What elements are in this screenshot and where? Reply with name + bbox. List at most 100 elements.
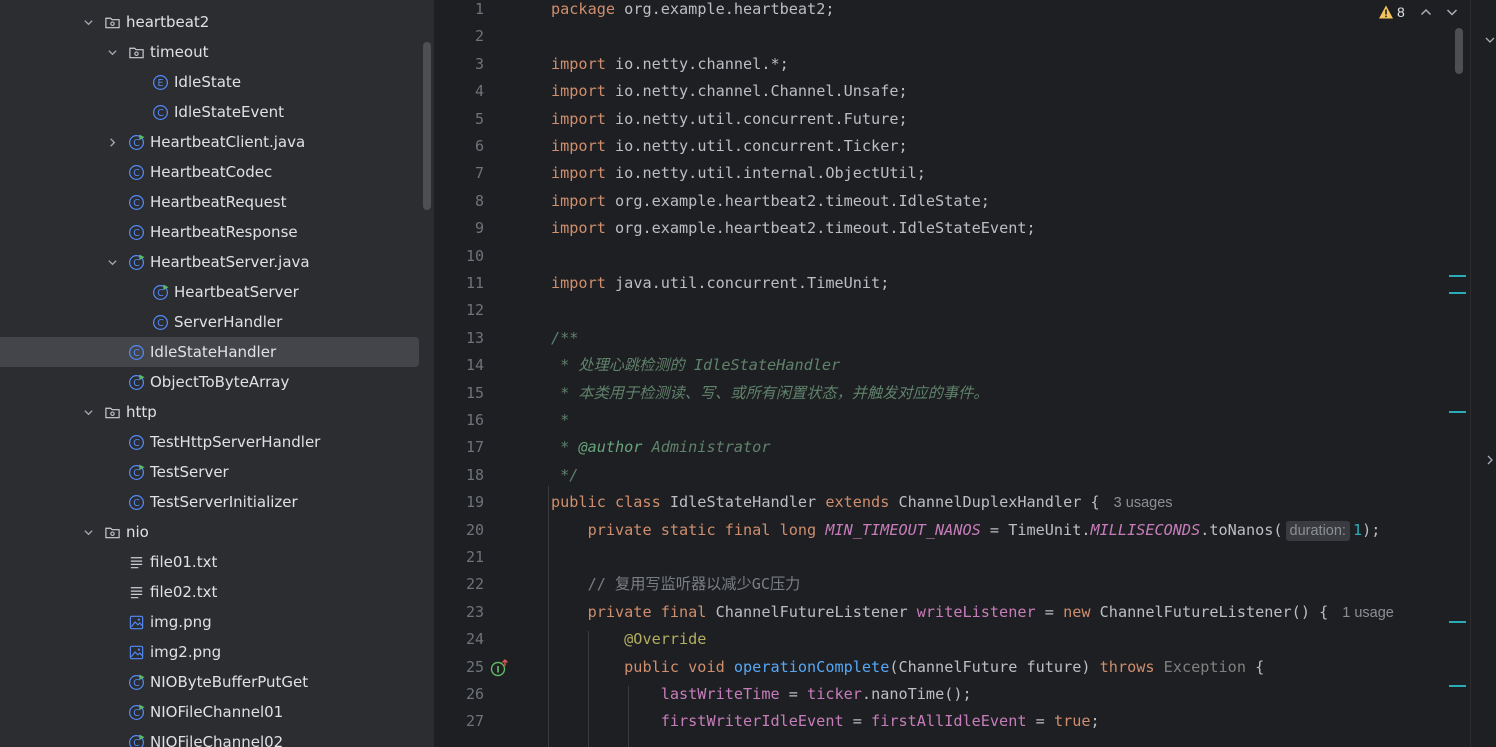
code-line[interactable]: public class IdleStateHandler extends Ch… (551, 489, 1173, 516)
svg-text:C: C (157, 107, 164, 118)
tree-item-niobytebufferputget[interactable]: C NIOByteBufferPutGet (0, 667, 419, 697)
implements-method-gutter-icon[interactable]: I (490, 658, 510, 678)
tree-item-objecttobytearray[interactable]: C ObjectToByteArray (0, 367, 419, 397)
tree-item-heartbeat2[interactable]: heartbeat2 (0, 7, 419, 37)
code-line[interactable]: package org.example.heartbeat2; (551, 0, 834, 23)
chevron-down-icon[interactable] (81, 15, 95, 29)
tree-item-heartbeatserver[interactable]: C HeartbeatServer (0, 277, 419, 307)
package-folder-icon (103, 523, 121, 541)
code-line[interactable]: public void operationComplete(ChannelFut… (551, 654, 1264, 681)
code-token: ChannelDuplexHandler { (889, 493, 1100, 512)
code-token: throws (1099, 657, 1155, 676)
usages-hint[interactable]: 3 usages (1114, 495, 1173, 511)
tree-scrollbar[interactable] (423, 42, 431, 210)
tree-item-idlestate[interactable]: E IdleState (0, 67, 419, 97)
package-folder-icon (103, 403, 121, 421)
editor-scrollbar-thumb[interactable] (1455, 28, 1463, 74)
tree-item-heartbeatserver-java[interactable]: C HeartbeatServer.java (0, 247, 419, 277)
chevron-down-icon[interactable] (81, 525, 95, 539)
tree-item-timeout[interactable]: timeout (0, 37, 419, 67)
code-line[interactable]: import io.netty.util.internal.ObjectUtil… (551, 160, 926, 187)
tree-item-idlestateevent[interactable]: C IdleStateEvent (0, 97, 419, 127)
change-marker[interactable] (1449, 621, 1466, 623)
tree-item-idlestatehandler[interactable]: C IdleStateHandler (0, 337, 419, 367)
code-token: import (551, 274, 606, 292)
next-highlight-chevron-down-icon[interactable] (1444, 4, 1460, 20)
code-line[interactable]: @Override (551, 626, 706, 653)
chevron-right-icon[interactable] (105, 135, 119, 149)
code-editor[interactable]: 1 package org.example.heartbeat2; 2 3 import… (434, 0, 1496, 747)
code-line[interactable]: */ (551, 462, 578, 489)
code-line[interactable]: private final ChannelFutureListener writ… (551, 599, 1394, 626)
code-token: import (551, 137, 606, 155)
change-marker[interactable] (1449, 685, 1466, 687)
line-number: 23 (465, 602, 484, 621)
code-line[interactable]: import org.example.heartbeat2.timeout.Id… (551, 188, 990, 215)
tree-item-niofilechannel01[interactable]: C NIOFileChannel01 (0, 697, 419, 727)
chevron-right-icon[interactable] (1484, 454, 1496, 466)
change-marker[interactable] (1449, 411, 1466, 413)
tree-item-label: TestServer (150, 463, 229, 481)
code-line[interactable]: lastWriteTime = ticker.nanoTime(); (551, 681, 972, 708)
code-line[interactable]: import io.netty.util.concurrent.Future; (551, 106, 908, 133)
tree-item-heartbeatcodec[interactable]: C HeartbeatCodec (0, 157, 419, 187)
tree-item-heartbeatclient-java[interactable]: C HeartbeatClient.java (0, 127, 419, 157)
code-line[interactable]: firstWriterIdleEvent = firstAllIdleEvent… (551, 708, 1100, 735)
code-line[interactable]: /** (551, 325, 578, 352)
code-line[interactable]: import io.netty.channel.Channel.Unsafe; (551, 78, 908, 105)
code-line[interactable]: private static final long MIN_TIMEOUT_NA… (551, 517, 1380, 544)
chevron-down-icon[interactable] (105, 255, 119, 269)
code-line[interactable]: import java.util.concurrent.TimeUnit; (551, 270, 889, 297)
tree-item-label: http (126, 403, 157, 421)
line-number: 15 (465, 383, 484, 402)
tree-item-heartbeatresponse[interactable]: C HeartbeatResponse (0, 217, 419, 247)
code-line[interactable]: import org.example.heartbeat2.timeout.Id… (551, 215, 1036, 242)
code-line[interactable]: import io.netty.channel.*; (551, 51, 789, 78)
code-line[interactable]: * (551, 407, 569, 434)
usages-hint[interactable]: 1 usage (1342, 605, 1394, 621)
tree-item-img2-png[interactable]: img2.png (0, 637, 419, 667)
code-line[interactable]: * 处理心跳检测的 IdleStateHandler (551, 352, 840, 379)
tree-item-img-png[interactable]: img.png (0, 607, 419, 637)
warnings-indicator[interactable]: 8 (1378, 0, 1405, 24)
previous-highlight-chevron-up-icon[interactable] (1418, 4, 1434, 20)
line-number: 25 (465, 657, 484, 676)
tree-item-testserver[interactable]: C TestServer (0, 457, 419, 487)
code-token: @author (578, 438, 643, 457)
tree-item-label: HeartbeatCodec (150, 163, 273, 181)
project-tree-panel[interactable]: heartbeat2 timeout E IdleState C IdleStateEve… (0, 0, 434, 747)
tree-item-niofilechannel02[interactable]: C NIOFileChannel02 (0, 727, 419, 747)
tree-item-testserverinitializer[interactable]: C TestServerInitializer (0, 487, 419, 517)
tree-item-file02-txt[interactable]: file02.txt (0, 577, 419, 607)
code-line[interactable]: * 本类用于检测读、写、或所有闲置状态，并触发对应的事件。 (551, 380, 988, 407)
code-token: = TimeUnit. (980, 520, 1091, 539)
tree-item-nio[interactable]: nio (0, 517, 419, 547)
chevron-down-icon[interactable] (81, 405, 95, 419)
line-number: 9 (474, 219, 484, 238)
chevron-down-icon[interactable] (1484, 34, 1496, 46)
tree-item-serverhandler[interactable]: C ServerHandler (0, 307, 419, 337)
tree-item-http[interactable]: http (0, 397, 419, 427)
tree-item-label: ObjectToByteArray (150, 373, 290, 391)
code-line[interactable]: * @author Administrator (551, 434, 770, 461)
line-number: 21 (465, 548, 484, 566)
svg-text:C: C (157, 317, 164, 328)
chevron-down-icon[interactable] (105, 45, 119, 59)
tree-item-testhttpserverhandler[interactable]: C TestHttpServerHandler (0, 427, 419, 457)
tree-item-heartbeatrequest[interactable]: C HeartbeatRequest (0, 187, 419, 217)
tree-item-file01-txt[interactable]: file01.txt (0, 547, 419, 577)
indent-guide (548, 486, 549, 747)
code-line[interactable]: // 复用写监听器以减少GC压力 (551, 571, 801, 598)
code-line[interactable]: import io.netty.util.concurrent.Ticker; (551, 133, 908, 160)
line-number: 11 (465, 274, 484, 292)
line-number: 10 (465, 246, 484, 265)
change-marker[interactable] (1449, 275, 1466, 277)
change-marker[interactable] (1449, 292, 1466, 294)
